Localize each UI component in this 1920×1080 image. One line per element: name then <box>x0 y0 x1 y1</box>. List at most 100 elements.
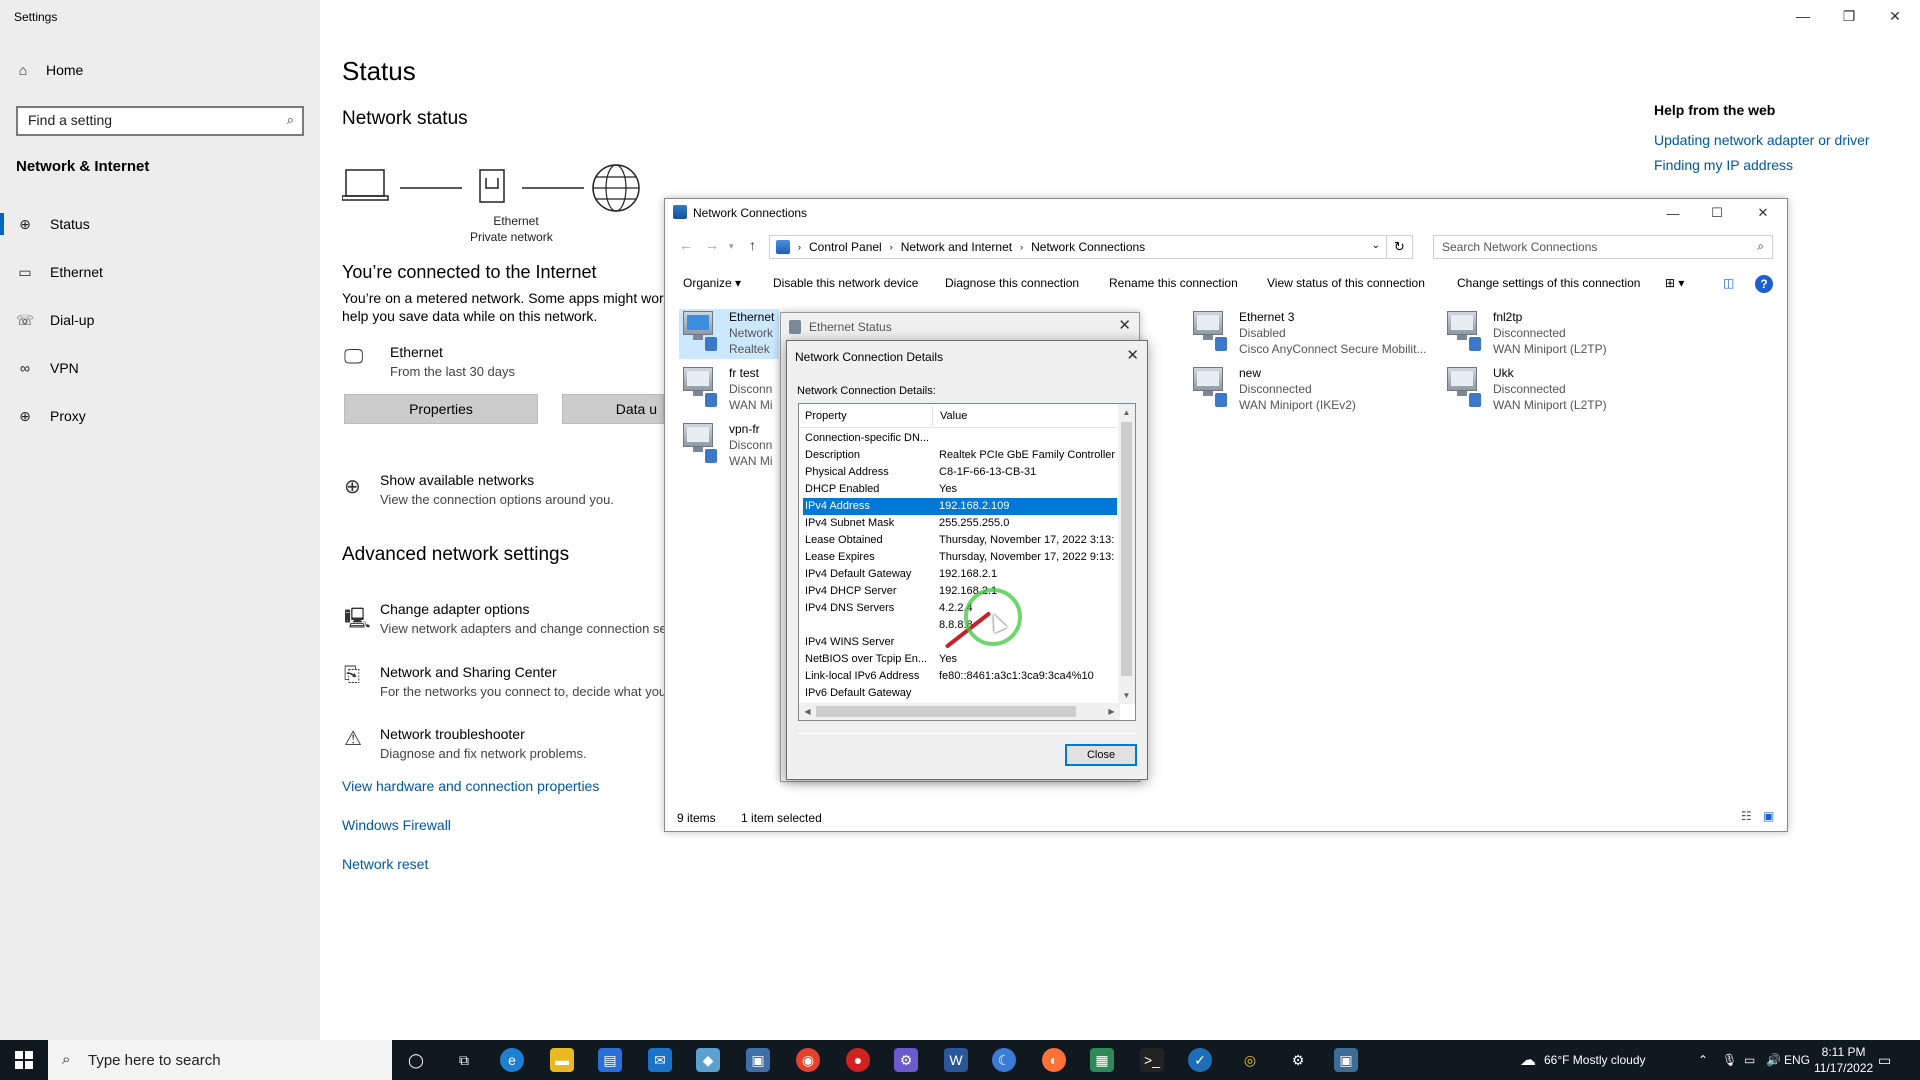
help-link-adapter-driver[interactable]: Updating network adapter or driver <box>1654 132 1870 148</box>
chrome-icon[interactable]: ◉ <box>796 1048 820 1072</box>
change-settings-command[interactable]: Change settings of this connection <box>1457 276 1640 290</box>
view-status-command[interactable]: View status of this connection <box>1267 276 1425 290</box>
scroll-thumb[interactable] <box>1121 422 1132 676</box>
nav-item-vpn[interactable]: ∞ VPN <box>0 348 320 388</box>
recorder-icon[interactable]: ● <box>846 1048 870 1072</box>
adapter-fnl2tp[interactable]: fnl2tp Disconnected WAN Miniport (L2TP) <box>1443 309 1683 359</box>
home-link[interactable]: ⌂ Home <box>14 62 84 78</box>
find-setting-input[interactable]: Find a setting ⌕ <box>16 106 304 136</box>
troubleshooter-link[interactable]: Network troubleshooter <box>380 726 525 742</box>
forward-arrow-icon[interactable]: → <box>705 237 719 253</box>
table-row[interactable]: IPv4 Default Gateway 192.168.2.1 <box>803 566 1117 583</box>
close-icon[interactable]: ✕ <box>1126 346 1139 364</box>
table-row[interactable]: DHCP Enabled Yes <box>803 481 1117 498</box>
sharing-center-link[interactable]: Network and Sharing Center <box>380 664 557 680</box>
breadcrumb-control-panel[interactable]: Control Panel <box>809 240 882 254</box>
show-networks-link[interactable]: Show available networks <box>380 472 534 488</box>
table-row[interactable]: IPv4 Subnet Mask 255.255.255.0 <box>803 515 1117 532</box>
cortana-icon[interactable]: ◯ <box>404 1048 428 1072</box>
network-connections-task-icon[interactable]: ▣ <box>1334 1048 1358 1072</box>
app-icon-6[interactable]: ◎ <box>1238 1048 1262 1072</box>
close-button[interactable]: ✕ <box>1872 0 1918 32</box>
up-arrow-icon[interactable]: ↑ <box>749 237 756 253</box>
change-adapter-link[interactable]: Change adapter options <box>380 601 529 617</box>
table-row[interactable]: Lease Obtained Thursday, November 17, 202… <box>803 532 1117 549</box>
minimize-button[interactable]: — <box>1780 0 1826 32</box>
word-icon[interactable]: W <box>944 1048 968 1072</box>
help-link-find-ip[interactable]: Finding my IP address <box>1654 157 1870 173</box>
scroll-up-icon[interactable]: ▲ <box>1118 404 1135 421</box>
show-hidden-icons[interactable]: ⌃ <box>1698 1040 1708 1080</box>
help-icon[interactable]: ? <box>1755 275 1773 293</box>
scroll-down-icon[interactable]: ▼ <box>1118 687 1135 704</box>
preview-pane-icon[interactable]: ◫ <box>1723 276 1734 290</box>
task-view-icon[interactable]: ⧉ <box>452 1048 476 1072</box>
adapter-new[interactable]: new Disconnected WAN Miniport (IKEv2) <box>1189 365 1429 415</box>
table-row[interactable]: Lease Expires Thursday, November 17, 2022… <box>803 549 1117 566</box>
app-icon-3[interactable]: ☾ <box>992 1048 1016 1072</box>
network-app-icon[interactable]: ▣ <box>746 1048 770 1072</box>
app-icon-4[interactable]: ▦ <box>1090 1048 1114 1072</box>
mail-icon[interactable]: ✉ <box>648 1048 672 1072</box>
hardware-properties-link[interactable]: View hardware and connection properties <box>342 778 599 794</box>
scroll-left-icon[interactable]: ◀ <box>799 703 816 720</box>
app-icon-2[interactable]: ⚙ <box>894 1048 918 1072</box>
firefox-icon[interactable]: ◐ <box>1042 1048 1066 1072</box>
disable-device-command[interactable]: Disable this network device <box>773 276 918 290</box>
file-explorer-icon[interactable]: ▬ <box>550 1048 574 1072</box>
maximize-button[interactable]: ☐ <box>1695 199 1739 227</box>
nav-item-ethernet[interactable]: ▭ Ethernet <box>0 252 320 292</box>
table-row[interactable]: Connection-specific DN... <box>803 430 1117 447</box>
breadcrumb-network-connections[interactable]: Network Connections <box>1031 240 1145 254</box>
address-dropdown-icon[interactable]: ⌄ <box>1372 240 1380 251</box>
data-usage-button[interactable]: Data u <box>562 394 664 424</box>
terminal-icon[interactable]: >_ <box>1140 1048 1164 1072</box>
organize-menu[interactable]: Organize ▾ <box>683 276 741 290</box>
scroll-thumb[interactable] <box>816 706 1076 717</box>
clock[interactable]: 8:11 PM 11/17/2022 <box>1814 1044 1873 1076</box>
weather-widget[interactable]: ☁ 66°F Mostly cloudy <box>1520 1040 1646 1080</box>
table-row[interactable]: Description Realtek PCIe GbE Family Contr… <box>803 447 1117 464</box>
language-indicator[interactable]: ENG <box>1784 1040 1810 1080</box>
settings-gear-icon[interactable]: ⚙ <box>1286 1048 1310 1072</box>
table-row[interactable]: IPv4 DHCP Server 192.168.2.1 <box>803 583 1117 600</box>
table-row[interactable]: NetBIOS over Tcpip En... Yes <box>803 651 1117 668</box>
notifications-icon[interactable]: ▭ <box>1878 1040 1891 1080</box>
details-list[interactable]: Property Value Connection-specific DN...… <box>798 403 1136 721</box>
table-row[interactable]: IPv4 DNS Servers 4.2.2.4 <box>803 600 1117 617</box>
large-icons-view-icon[interactable]: ▣ <box>1763 809 1774 823</box>
scroll-right-icon[interactable]: ▶ <box>1103 703 1120 720</box>
adapter-ethernet-3[interactable]: Ethernet 3 Disabled Cisco AnyConnect Secur… <box>1189 309 1429 359</box>
start-button[interactable] <box>0 1040 48 1080</box>
close-button[interactable]: Close <box>1065 744 1137 766</box>
address-bar[interactable]: › Control Panel › Network and Internet ›… <box>769 235 1387 259</box>
back-arrow-icon[interactable]: ← <box>679 237 693 253</box>
table-row[interactable]: Link-local IPv6 Address fe80::8461:a3c1:3… <box>803 668 1117 685</box>
volume-icon[interactable]: 🔊 <box>1766 1040 1781 1080</box>
table-row[interactable]: IPv6 Default Gateway <box>803 685 1117 702</box>
close-button[interactable]: ✕ <box>1741 199 1785 227</box>
close-icon[interactable]: ✕ <box>1118 316 1131 334</box>
windows-firewall-link[interactable]: Windows Firewall <box>342 817 451 833</box>
table-row[interactable]: Physical Address C8-1F-66-13-CB-31 <box>803 464 1117 481</box>
app-icon-5[interactable]: ✓ <box>1188 1048 1212 1072</box>
nav-item-proxy[interactable]: ⊕ Proxy <box>0 396 320 436</box>
column-property[interactable]: Property <box>805 410 847 422</box>
view-options-icon[interactable]: ⊞ ▾ <box>1665 276 1684 290</box>
network-reset-link[interactable]: Network reset <box>342 856 428 872</box>
minimize-button[interactable]: — <box>1651 199 1695 227</box>
properties-button[interactable]: Properties <box>344 394 538 424</box>
recent-chevron-icon[interactable]: ▾ <box>729 241 734 252</box>
store-icon[interactable]: ▤ <box>598 1048 622 1072</box>
diagnose-command[interactable]: Diagnose this connection <box>945 276 1079 290</box>
breadcrumb-network-internet[interactable]: Network and Internet <box>901 240 1012 254</box>
table-row[interactable]: 8.8.8.8 <box>803 617 1117 634</box>
rename-command[interactable]: Rename this connection <box>1109 276 1238 290</box>
adapter-fr-test[interactable]: fr test Disconn WAN Mi <box>679 365 779 415</box>
adapter-vpn-fr[interactable]: vpn-fr Disconn WAN Mi <box>679 421 779 471</box>
app-icon-1[interactable]: ◆ <box>696 1048 720 1072</box>
column-value[interactable]: Value <box>940 410 967 422</box>
vertical-scrollbar[interactable]: ▲ ▼ <box>1118 404 1135 704</box>
adapter-ukk[interactable]: Ukk Disconnected WAN Miniport (L2TP) <box>1443 365 1683 415</box>
refresh-icon[interactable]: ↻ <box>1387 235 1413 259</box>
